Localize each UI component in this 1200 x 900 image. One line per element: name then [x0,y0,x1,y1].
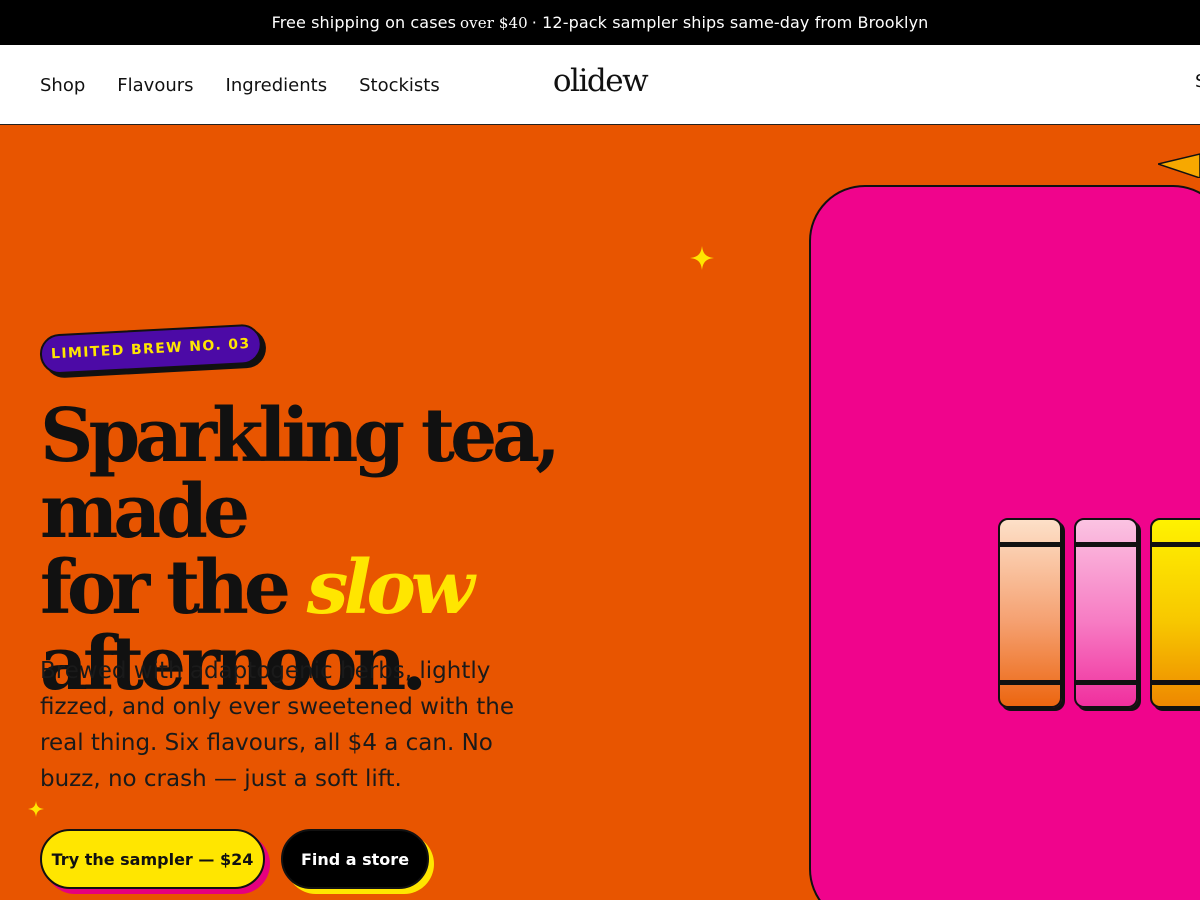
can-top-band [1076,542,1136,547]
announcement-bar: Free shipping on cases over $40 · 12-pac… [0,0,1200,45]
sparkle-icon [690,246,714,270]
triangle-decoration-icon [1158,153,1200,178]
nav-link-flavours[interactable]: Flavours [117,75,193,96]
product-panel [809,185,1200,900]
brand-logo[interactable]: olidew [553,63,649,99]
hero-subcopy: Brewed with adaptogenic herbs, lightly f… [40,658,514,792]
nav-right-link[interactable]: S [1195,71,1200,92]
peach-can [998,518,1062,708]
yellow-can [1150,518,1200,708]
nav-link-shop[interactable]: Shop [40,75,85,96]
headline-line-1: Sparkling tea, made [40,393,561,555]
can-top-band [1000,542,1060,547]
limited-brew-badge: LIMITED BREW NO. 03 [38,323,263,375]
can-top-band [1152,542,1200,547]
pink-can [1074,518,1138,708]
nav-links: Shop Flavours Ingredients Stockists [40,45,440,125]
nav-link-stockists[interactable]: Stockists [359,75,440,96]
nav-link-ingredients[interactable]: Ingredients [226,75,328,96]
headline-line-2: for the [40,545,291,631]
main-nav: Shop Flavours Ingredients Stockists olid… [0,45,1200,125]
headline-accent: slow [306,545,475,631]
can-bottom-band [1076,680,1136,685]
announcement-text: Free shipping on cases [271,13,457,32]
sparkle-icon-small [28,801,44,817]
try-sampler-button[interactable]: Try the sampler — $24 [40,829,265,889]
can-bottom-band [1000,680,1060,685]
announcement-threshold: over $40 [460,13,528,32]
find-store-button[interactable]: Find a store [281,829,429,889]
can-bottom-band [1152,680,1200,685]
announcement-detail: · 12-pack sampler ships same-day from Br… [531,13,929,32]
